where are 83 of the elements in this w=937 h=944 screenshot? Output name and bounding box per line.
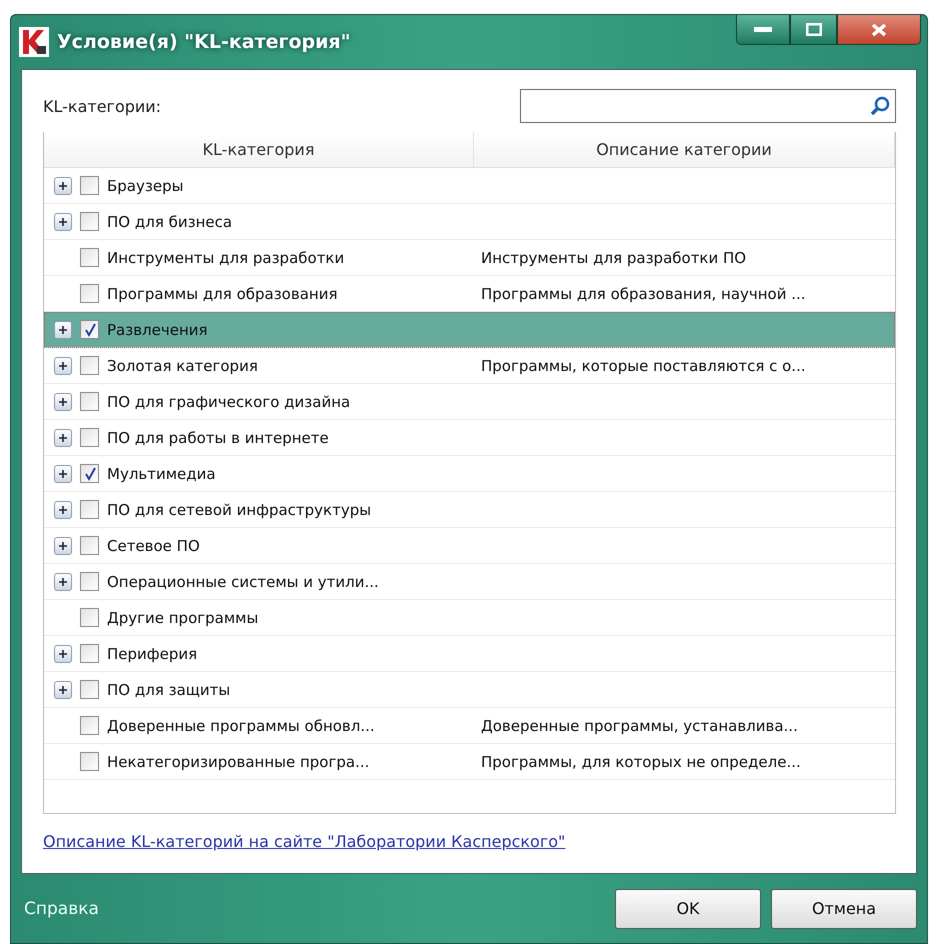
table-row[interactable]: Развлечения — [44, 312, 895, 348]
maximize-button[interactable] — [790, 15, 837, 45]
expand-button[interactable] — [54, 680, 72, 698]
checkbox[interactable] — [80, 608, 99, 627]
plus-icon — [58, 396, 68, 406]
expand-button[interactable] — [54, 464, 72, 482]
category-name: ПО для защиты — [107, 680, 230, 698]
categories-link[interactable]: Описание KL-категорий на сайте "Лаборатории Касперского" — [43, 832, 566, 851]
category-name: Инструменты для разработки — [107, 248, 344, 266]
plus-icon — [58, 684, 68, 694]
category-description: Программы, для которых не определе... — [481, 752, 801, 770]
dialog-button[interactable]: OK — [615, 888, 761, 928]
category-name: Сетевое ПО — [107, 536, 200, 554]
checkbox[interactable] — [80, 356, 99, 375]
plus-icon — [58, 504, 68, 514]
expand-button[interactable] — [54, 392, 72, 410]
checkbox[interactable] — [80, 500, 99, 519]
close-button[interactable] — [837, 15, 921, 45]
category-name: Мультимедиа — [107, 464, 216, 482]
category-name: ПО для графического дизайна — [107, 392, 350, 410]
category-description: Программы для образования, научной ... — [481, 284, 806, 302]
plus-icon — [58, 540, 68, 550]
filter-label: KL-категории: — [43, 96, 162, 116]
column-header[interactable]: Описание категории — [474, 132, 895, 167]
expand-button[interactable] — [54, 572, 72, 590]
category-name: Некатегоризированные програ... — [107, 752, 370, 770]
category-name: Операционные системы и утили... — [107, 572, 379, 590]
maximize-icon — [806, 23, 822, 36]
category-name: Золотая категория — [107, 356, 258, 374]
expand-button[interactable] — [54, 356, 72, 374]
checkbox[interactable] — [80, 716, 99, 735]
help-label[interactable]: Справка — [24, 898, 605, 918]
checkbox[interactable] — [80, 392, 99, 411]
plus-icon — [58, 648, 68, 658]
checkbox[interactable] — [80, 464, 99, 483]
checkmark-icon — [82, 322, 96, 336]
column-header[interactable]: KL-категория — [44, 132, 474, 167]
expand-button[interactable] — [54, 536, 72, 554]
category-name: Другие программы — [107, 608, 258, 626]
dialog-button[interactable]: Отмена — [771, 888, 917, 928]
checkbox[interactable] — [80, 428, 99, 447]
plus-icon — [58, 360, 68, 370]
window-title: Условие(я) "KL-категория" — [57, 31, 352, 53]
plus-icon — [58, 576, 68, 586]
category-name: Доверенные программы обновл... — [107, 716, 375, 734]
expand-button[interactable] — [54, 428, 72, 446]
category-description: Программы, которые поставляются с о... — [481, 356, 806, 374]
minimize-button[interactable] — [736, 15, 790, 45]
checkbox[interactable] — [80, 572, 99, 591]
checkbox[interactable] — [80, 536, 99, 555]
checkbox[interactable] — [80, 320, 99, 339]
checkbox[interactable] — [80, 248, 99, 267]
checkbox[interactable] — [80, 176, 99, 195]
category-name: ПО для бизнеса — [107, 212, 232, 230]
search-icon — [869, 95, 891, 117]
category-name: Браузеры — [107, 176, 184, 194]
plus-icon — [58, 324, 68, 334]
expand-button[interactable] — [54, 644, 72, 662]
search-field[interactable] — [520, 89, 896, 123]
expand-button[interactable] — [54, 320, 72, 338]
close-icon — [871, 22, 887, 36]
checkbox[interactable] — [80, 212, 99, 231]
checkbox[interactable] — [80, 680, 99, 699]
category-name: Программы для образования — [107, 284, 338, 302]
checkbox[interactable] — [80, 284, 99, 303]
plus-icon — [58, 468, 68, 478]
checkbox[interactable] — [80, 644, 99, 663]
category-description: Доверенные программы, устанавлива... — [481, 716, 798, 734]
category-name: Развлечения — [107, 320, 208, 338]
category-name: ПО для работы в интернете — [107, 428, 329, 446]
category-name: Периферия — [107, 644, 198, 662]
checkbox[interactable] — [80, 752, 99, 771]
plus-icon — [58, 180, 68, 190]
checkmark-icon — [82, 466, 96, 480]
plus-icon — [58, 432, 68, 442]
expand-button[interactable] — [54, 212, 72, 230]
app-logo-icon — [19, 27, 49, 57]
category-description: Инструменты для разработки ПО — [481, 248, 746, 266]
minimize-icon — [754, 26, 772, 32]
expand-button[interactable] — [54, 500, 72, 518]
plus-icon — [58, 216, 68, 226]
expand-button[interactable] — [54, 176, 72, 194]
category-name: ПО для сетевой инфраструктуры — [107, 500, 372, 518]
